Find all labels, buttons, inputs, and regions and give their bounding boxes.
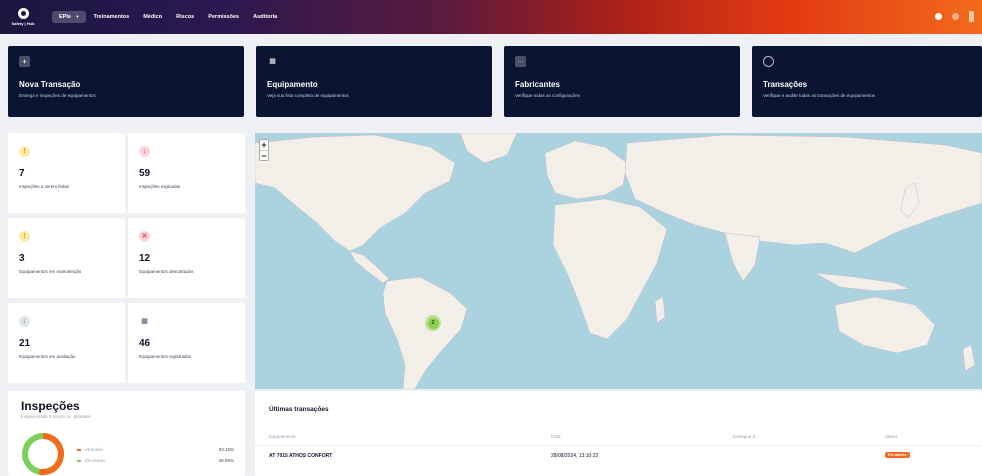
table-row[interactable]: AT 7015 ATHOS CONFORT 28/08/2024, 13:10:… xyxy=(255,445,982,463)
action-card-description: Verifique todas as configurações xyxy=(515,93,581,98)
action-card-nova-transacao[interactable]: + Nova Transação Entrega e inspeções de … xyxy=(8,46,244,117)
top-navigation-bar: Safety | Hub EPIs ▼ Treinamentos Médico … xyxy=(0,0,982,34)
action-card-description: Veja sua lista completa de equipamentos xyxy=(267,93,349,98)
expired-icon: ↓ xyxy=(139,146,150,157)
action-card-description: Verifique e audite todas as transações d… xyxy=(763,93,876,98)
zoom-in-button[interactable]: + xyxy=(260,140,268,150)
stat-value: 3 xyxy=(19,253,25,264)
action-card-fabricantes[interactable]: ··· Fabricantes Verifique todas as confi… xyxy=(504,46,740,117)
stat-label: Equipamentos descartados xyxy=(139,269,194,274)
warning-icon: ! xyxy=(19,146,30,157)
legend-swatch xyxy=(77,448,81,451)
evaluation-icon: ↓ xyxy=(19,316,30,327)
grid-icon: ▦ xyxy=(269,58,276,65)
legend-label: Em tempo xyxy=(85,458,106,463)
nav-item-epis[interactable]: EPIs ▼ xyxy=(52,11,87,23)
action-card-title: Equipamento xyxy=(267,80,318,89)
inspections-panel: Inspeções Inspecionado a tempo vs. atras… xyxy=(8,391,245,476)
latest-transactions-panel: Últimas transações Equipamento Data Entr… xyxy=(255,391,982,476)
cell-data: 28/08/2024, 13:10:22 xyxy=(551,453,599,459)
stat-label: Equipamentos registrados xyxy=(139,354,192,359)
warning-icon: ! xyxy=(19,231,30,242)
stat-value: 12 xyxy=(139,253,151,264)
app-logo[interactable]: Safety | Hub xyxy=(4,8,42,26)
stat-value: 7 xyxy=(19,168,25,179)
action-card-description: Entrega e inspeções de equipamentos xyxy=(19,93,96,98)
action-card-title: Fabricantes xyxy=(515,80,560,89)
stat-value: 46 xyxy=(139,338,151,349)
inspections-title: Inspeções xyxy=(21,399,80,413)
inspections-subtitle: Inspecionado a tempo vs. atrasado xyxy=(21,414,92,419)
cell-equipamento: AT 7015 ATHOS CONFORT xyxy=(269,453,333,459)
main-nav: EPIs ▼ Treinamentos Médico Riscos Permis… xyxy=(52,11,284,23)
nav-item-permissoes[interactable]: Permissões xyxy=(201,11,246,23)
action-card-title: Transações xyxy=(763,80,808,89)
stat-label: Equipamentos em avaliação xyxy=(19,354,76,359)
grid-icon: ▦ xyxy=(141,318,148,325)
search-icon xyxy=(763,56,774,67)
stat-card-equipamentos-registrados[interactable]: ▦ 46 Equipamentos registrados xyxy=(128,303,245,383)
nav-item-treinamentos[interactable]: Treinamentos xyxy=(86,11,136,23)
column-header-status[interactable]: Status xyxy=(885,434,898,439)
transactions-title: Últimas transações xyxy=(269,406,329,413)
status-badge: Em aberto xyxy=(885,452,910,458)
stat-label: Inspeções expiradas xyxy=(139,184,181,189)
stat-card-inspecoes-expiradas[interactable]: ↓ 59 Inspeções expiradas xyxy=(128,133,245,213)
notifications-icon[interactable] xyxy=(952,13,959,20)
world-map[interactable]: + − 2 xyxy=(255,133,982,389)
nav-item-auditoria[interactable]: Auditoria xyxy=(246,11,284,23)
more-icon: ··· xyxy=(515,56,526,67)
legend-item-em-tempo: Em tempo 46.85% xyxy=(77,458,234,463)
nav-item-medico[interactable]: Médico xyxy=(136,11,169,23)
nav-item-label: EPIs xyxy=(59,14,71,20)
legend-item-atrasado: Atrasado 53.15% xyxy=(77,447,234,452)
stat-label: Equipamentos em manutenção xyxy=(19,269,82,274)
column-header-entregue-a[interactable]: Entregue a xyxy=(733,434,755,439)
logo-text: Safety | Hub xyxy=(11,21,35,26)
stat-card-equipamentos-avaliacao[interactable]: ↓ 21 Equipamentos em avaliação xyxy=(8,303,125,383)
logo-mark xyxy=(17,8,29,19)
action-card-equipamento[interactable]: ▦ Equipamento Veja sua lista completa de… xyxy=(256,46,492,117)
inspections-donut-chart xyxy=(22,433,64,475)
action-card-transacoes[interactable]: Transações Verifique e audite todas as t… xyxy=(752,46,982,117)
stat-card-equipamentos-manutencao[interactable]: ! 3 Equipamentos em manutenção xyxy=(8,218,125,298)
column-header-data[interactable]: Data xyxy=(551,434,561,439)
stat-label: Inspeções a serem feitas xyxy=(19,184,70,189)
zoom-out-button[interactable]: − xyxy=(260,150,268,161)
map-cluster-marker[interactable]: 2 xyxy=(425,315,441,331)
legend-swatch xyxy=(77,459,81,462)
stat-value: 21 xyxy=(19,338,31,349)
legend-percent: 53.15% xyxy=(218,447,234,452)
user-avatar[interactable] xyxy=(969,11,974,22)
theme-toggle-icon[interactable] xyxy=(935,13,942,20)
action-card-title: Nova Transação xyxy=(19,80,81,89)
cluster-count: 2 xyxy=(427,317,439,329)
plus-icon: + xyxy=(19,56,30,67)
top-actions xyxy=(935,11,974,22)
map-tiles xyxy=(255,133,982,389)
stat-card-inspecoes-a-fazer[interactable]: ! 7 Inspeções a serem feitas xyxy=(8,133,125,213)
close-icon: ✕ xyxy=(139,231,150,242)
chevron-down-icon: ▼ xyxy=(75,14,80,19)
stat-card-equipamentos-descartados[interactable]: ✕ 12 Equipamentos descartados xyxy=(128,218,245,298)
stat-value: 59 xyxy=(139,168,151,179)
nav-item-riscos[interactable]: Riscos xyxy=(169,11,201,23)
legend-percent: 46.85% xyxy=(218,458,234,463)
map-zoom-control: + − xyxy=(259,139,269,161)
column-header-equipamento[interactable]: Equipamento xyxy=(269,434,296,439)
legend-label: Atrasado xyxy=(85,447,104,452)
